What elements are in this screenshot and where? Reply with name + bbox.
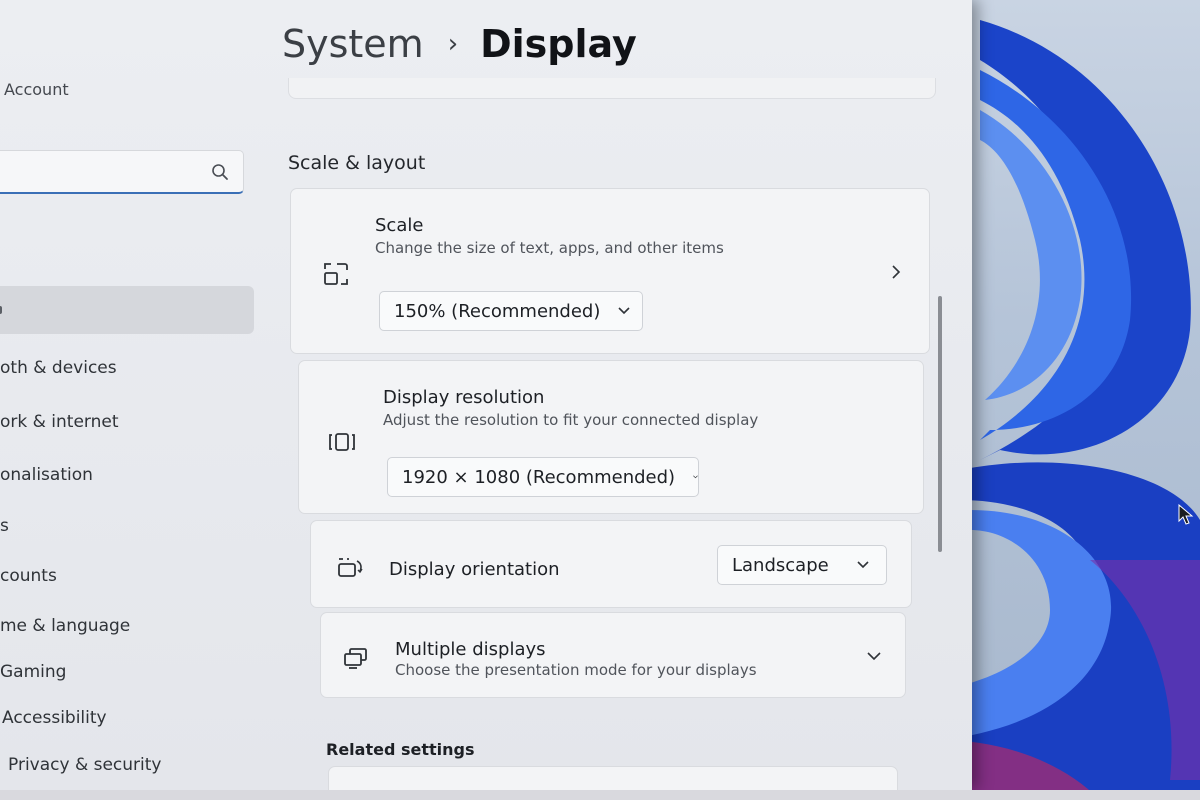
sidebar-item-system[interactable] (0, 286, 254, 334)
breadcrumb: System › Display (282, 22, 637, 66)
section-title: Scale & layout (288, 152, 426, 174)
related-settings-title: Related settings (326, 740, 475, 759)
sidebar: Account oth & devices ork & internet ona… (0, 0, 262, 790)
scale-dropdown-value: 150% (Recommended) (394, 300, 601, 322)
previous-card (288, 78, 936, 99)
search-icon[interactable] (211, 163, 229, 181)
resolution-card: Display resolution Adjust the resolution… (298, 360, 924, 514)
sidebar-item-time-language[interactable]: me & language (0, 616, 130, 636)
scale-dropdown[interactable]: 150% (Recommended) (379, 291, 643, 331)
sidebar-item-network[interactable]: ork & internet (0, 412, 119, 432)
sidebar-item-accessibility[interactable]: Accessibility (2, 708, 107, 728)
orientation-title: Display orientation (389, 559, 560, 580)
resolution-dropdown-value: 1920 × 1080 (Recommended) (402, 466, 676, 488)
resolution-dropdown[interactable]: 1920 × 1080 (Recommended) (387, 457, 699, 497)
scale-description: Change the size of text, apps, and other… (375, 239, 724, 257)
scale-title: Scale (375, 215, 424, 236)
sidebar-item-accounts[interactable]: counts (0, 566, 57, 586)
breadcrumb-separator: › (447, 29, 459, 59)
breadcrumb-parent[interactable]: System (282, 22, 424, 66)
multiple-displays-icon (344, 648, 367, 669)
multiple-displays-title: Multiple displays (395, 639, 546, 660)
orientation-icon (338, 558, 363, 577)
sidebar-item-personalisation[interactable]: onalisation (0, 465, 93, 485)
desktop-wallpaper (940, 0, 1200, 800)
settings-window: Account oth & devices ork & internet ona… (0, 0, 972, 797)
sidebar-item-privacy-security[interactable]: Privacy & security (8, 755, 162, 775)
page-title: Display (480, 22, 637, 66)
sidebar-item-bluetooth[interactable]: oth & devices (0, 358, 117, 378)
resolution-title: Display resolution (383, 387, 545, 408)
resolution-icon (329, 433, 355, 451)
chevron-right-icon[interactable] (889, 265, 903, 279)
selected-indicator (0, 306, 2, 314)
resolution-description: Adjust the resolution to fit your connec… (383, 411, 759, 429)
scale-card[interactable]: Scale Change the size of text, apps, and… (290, 188, 930, 354)
orientation-dropdown[interactable]: Landscape (717, 545, 887, 585)
taskbar-edge (0, 790, 1200, 800)
sidebar-item-gaming[interactable]: Gaming (0, 662, 66, 682)
chevron-down-icon (857, 561, 869, 569)
multiple-displays-description: Choose the presentation mode for your di… (395, 661, 757, 679)
scale-icon (324, 263, 348, 285)
main-content: System › Display Scale & layout Scale Ch… (270, 0, 950, 797)
sidebar-item-apps[interactable]: s (0, 516, 9, 536)
account-label[interactable]: Account (4, 80, 69, 99)
orientation-card: Display orientation Landscape (310, 520, 912, 608)
multiple-displays-card[interactable]: Multiple displays Choose the presentatio… (320, 612, 906, 698)
chevron-down-icon (618, 307, 630, 315)
orientation-dropdown-value: Landscape (732, 554, 829, 576)
mouse-cursor-icon (1178, 504, 1194, 525)
search-input[interactable] (0, 150, 244, 194)
chevron-down-icon (693, 475, 698, 479)
chevron-down-icon[interactable] (867, 649, 881, 663)
scrollbar[interactable] (938, 296, 942, 552)
